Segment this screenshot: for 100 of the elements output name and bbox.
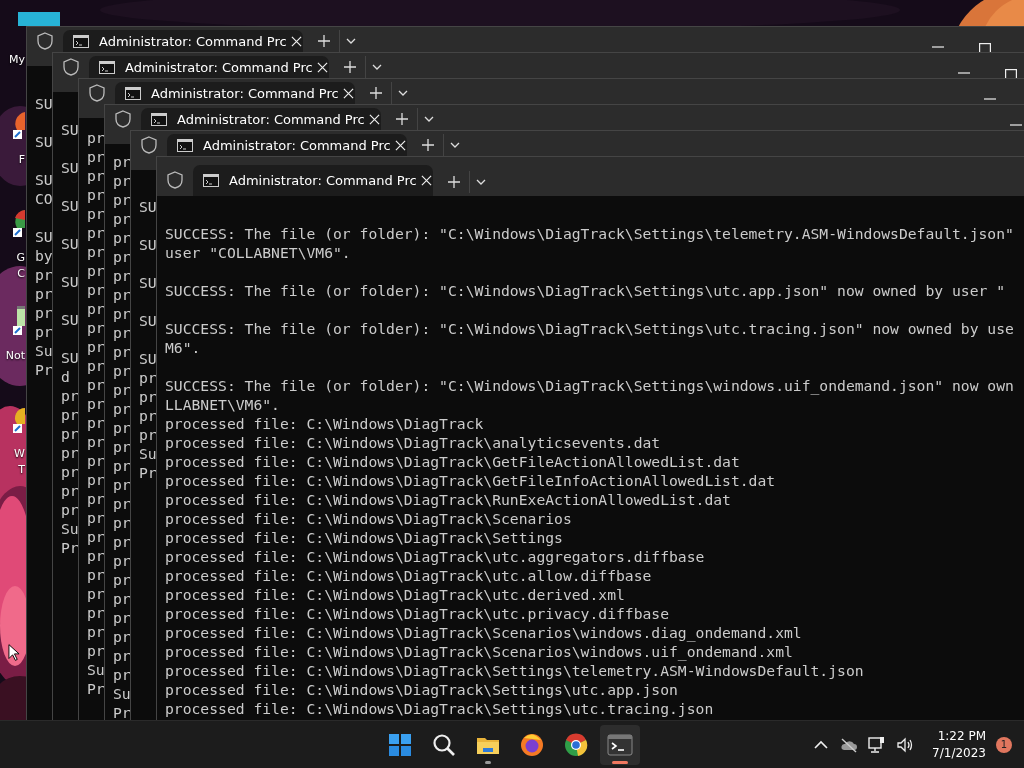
network-icon[interactable] <box>868 735 887 754</box>
terminal-line: Pr <box>87 679 105 698</box>
running-indicator <box>485 760 491 764</box>
volume-icon[interactable] <box>896 735 915 754</box>
terminal-line: processed file: C:\Windows\DiagTrack\Settings\telemetry.ASM-WindowsDefault.json <box>165 661 864 680</box>
tab[interactable]: Administrator: Command Prc <box>193 165 433 196</box>
icon-label[interactable]: G C <box>0 250 25 282</box>
terminal-line: SU <box>61 272 79 291</box>
terminal-line: pr <box>113 532 131 551</box>
terminal-line: pr <box>87 394 105 413</box>
notification-badge[interactable]: 1 <box>996 736 1012 753</box>
start-icon <box>387 731 413 758</box>
notepad-shortcut-icon[interactable] <box>13 306 25 336</box>
terminal-line: Pr <box>35 360 53 379</box>
terminal-line: processed file: C:\Windows\DiagTrack\Scenarios\windows.diag_ondemand.xml <box>165 623 802 642</box>
terminal-line: pr <box>87 413 105 432</box>
terminal-line: SUCCESS: The file (or folder): "C:\Windows\DiagTrack\Settings\windows.uif_ondemand.json" now own <box>165 376 1014 395</box>
terminal-line: pr <box>87 337 105 356</box>
terminal-line: Su <box>61 519 79 538</box>
terminal-line: Su <box>113 684 131 703</box>
terminal-line: SU <box>35 227 53 246</box>
terminal-line: pr <box>87 128 105 147</box>
terminal-icon <box>151 112 167 126</box>
terminal-line: SUCCESS: The file (or folder): "C:\Windows\DiagTrack\Settings\telemetry.ASM-WindowsDefault.json" <box>165 224 1014 243</box>
terminal-line: processed file: C:\Windows\DiagTrack\GetFileActionAllowedList.dat <box>165 452 740 471</box>
time-text: 1:22 PM <box>936 727 986 745</box>
close-icon <box>369 113 381 125</box>
terminal-line: pr <box>113 570 131 589</box>
terminal-icon <box>73 34 89 48</box>
terminal-line: pr <box>87 356 105 375</box>
terminal-line: pr <box>113 342 131 361</box>
terminal-line: pr <box>113 190 131 209</box>
terminal-line: pr <box>61 386 79 405</box>
chevron-down-icon <box>476 179 486 185</box>
terminal-line: pr <box>87 147 105 166</box>
terminal-line: user "COLLABNET\VM6". <box>165 243 351 262</box>
plus-icon <box>370 87 382 99</box>
plus-icon <box>318 35 330 47</box>
clock[interactable]: 1:22 PM 7/1/2023 <box>932 727 986 762</box>
terminal-line: pr <box>113 323 131 342</box>
terminal-line: pr <box>139 425 157 444</box>
terminal-line: pr <box>113 437 131 456</box>
terminal-line: processed file: C:\Windows\DiagTrack\analyticsevents.dat <box>165 433 661 452</box>
date-text: 7/1/2023 <box>932 744 986 762</box>
terminal-line: pr <box>87 470 105 489</box>
terminal-line: processed file: C:\Windows\DiagTrack\Settings\utc.tracing.json <box>165 699 714 718</box>
close-icon <box>343 87 355 99</box>
terminal-line: LLABNET\VM6". <box>165 395 280 414</box>
pointer-icon <box>8 643 20 662</box>
tab[interactable]: Administrator: Command Prc <box>141 108 381 130</box>
tab[interactable]: Administrator: Command Prc <box>63 30 303 52</box>
shield-icon <box>167 171 183 189</box>
app-shortcut-icon[interactable] <box>13 110 25 140</box>
terminal-line: pr <box>113 171 131 190</box>
terminal-line: processed file: C:\Windows\DiagTrack\utc.allow.diffbase <box>165 566 652 585</box>
terminal-line: pr <box>113 456 131 475</box>
terminal-line: pr <box>113 380 131 399</box>
terminal-line: Pr <box>139 463 157 482</box>
terminal-line: Su <box>87 660 105 679</box>
terminal-line: Su <box>35 341 53 360</box>
terminal-line: CO <box>35 189 53 208</box>
chevron-down-icon <box>424 116 434 122</box>
shield-icon <box>115 110 131 128</box>
plus-icon <box>396 113 408 125</box>
minimize-icon <box>932 46 944 48</box>
terminal-icon <box>203 174 219 187</box>
plus-icon <box>344 61 356 73</box>
shield-icon <box>89 84 105 102</box>
running-indicator <box>612 760 628 764</box>
terminal-line: SU <box>61 120 79 139</box>
terminal-line: pr <box>113 513 131 532</box>
terminal-line: pr <box>113 152 131 171</box>
tab[interactable]: Administrator: Command Prc <box>115 82 355 104</box>
terminal-line: pr <box>61 424 79 443</box>
chevron-down-icon <box>346 38 356 44</box>
terminal-line: processed file: C:\Windows\DiagTrack\utc.privacy.diffbase <box>165 604 670 623</box>
terminal-icon <box>607 731 633 758</box>
terminal-line: pr <box>61 462 79 481</box>
terminal-line: pr <box>139 387 157 406</box>
icon-label[interactable]: My <box>0 52 25 68</box>
terminal-line: SU <box>61 158 79 177</box>
tab[interactable]: Administrator: Command Prc <box>89 56 329 78</box>
shield-icon <box>63 58 79 76</box>
app-shortcut-icon[interactable] <box>13 208 25 238</box>
terminal-line: pr <box>113 209 131 228</box>
terminal-line: pr <box>87 432 105 451</box>
icon-label[interactable]: F <box>0 152 25 168</box>
terminal-line: pr <box>35 284 53 303</box>
terminal-line: Pr <box>113 703 131 722</box>
icon-label[interactable]: Not <box>0 348 25 364</box>
taskbar-button[interactable] <box>600 724 640 765</box>
terminal-line: pr <box>87 185 105 204</box>
terminal-line: pr <box>87 318 105 337</box>
terminal-line: processed file: C:\Windows\DiagTrack\utc.derived.xml <box>165 585 625 604</box>
close-icon <box>421 175 433 186</box>
tab[interactable]: Administrator: Command Prc <box>167 134 407 156</box>
terminal-line: processed file: C:\Windows\DiagTrack\Scenarios\windows.uif_ondemand.xml <box>165 642 793 661</box>
terminal-line: pr <box>113 266 131 285</box>
terminal-line: pr <box>113 285 131 304</box>
shield-icon <box>141 136 157 154</box>
